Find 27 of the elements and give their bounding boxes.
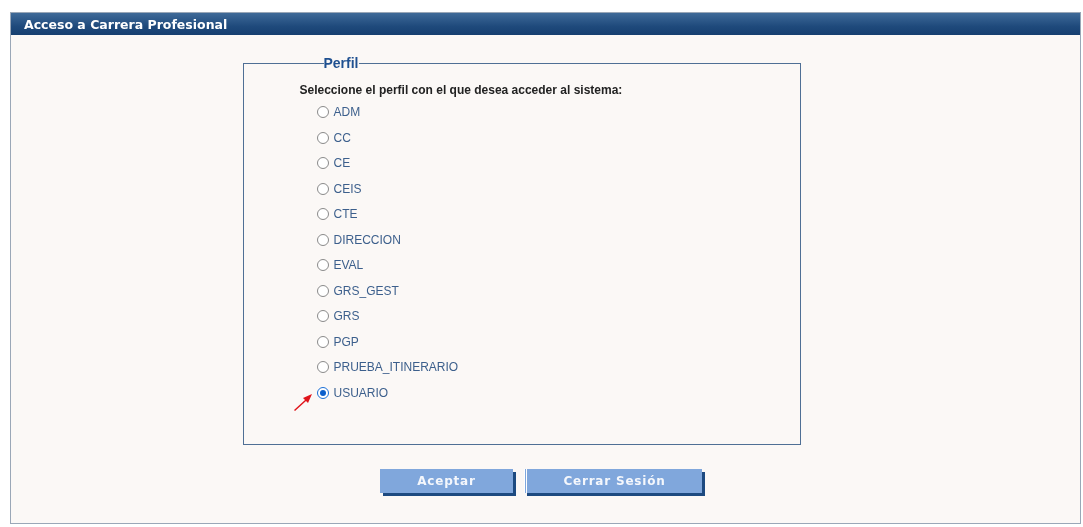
option-label[interactable]: DIRECCION bbox=[333, 232, 401, 247]
option-label[interactable]: GRS bbox=[333, 309, 360, 324]
radio-button[interactable] bbox=[316, 182, 329, 195]
option-label[interactable]: CTE bbox=[333, 207, 358, 222]
option-label[interactable]: EVAL bbox=[333, 258, 364, 273]
radio-button[interactable] bbox=[316, 259, 329, 272]
radio-button[interactable] bbox=[316, 233, 329, 246]
prompt-text: Seleccione el perfil con el que desea acceder al sistema: bbox=[299, 83, 624, 97]
option-label[interactable]: ADM bbox=[333, 105, 361, 120]
radio-button[interactable] bbox=[316, 157, 329, 170]
option-label[interactable]: USUARIO bbox=[333, 385, 389, 400]
radio-button[interactable] bbox=[316, 310, 329, 323]
option-label[interactable]: PRUEBA_ITINERARIO bbox=[333, 360, 459, 375]
radio-button[interactable] bbox=[316, 131, 329, 144]
fieldset-legend: Perfil bbox=[323, 55, 359, 71]
radio-button[interactable] bbox=[316, 284, 329, 297]
radio-button[interactable] bbox=[316, 335, 329, 348]
radio-button[interactable] bbox=[316, 208, 329, 221]
radio-button[interactable] bbox=[316, 361, 329, 374]
option-label[interactable]: CEIS bbox=[333, 181, 362, 196]
option-label[interactable]: PGP bbox=[333, 334, 359, 349]
option-label[interactable]: GRS_GEST bbox=[333, 283, 399, 298]
radio-button[interactable] bbox=[316, 106, 329, 119]
window-title: Acceso a Carrera Profesional bbox=[24, 16, 228, 32]
option-label[interactable]: CC bbox=[333, 130, 351, 145]
radio-button[interactable] bbox=[316, 386, 329, 399]
option-label[interactable]: CE bbox=[333, 156, 351, 171]
